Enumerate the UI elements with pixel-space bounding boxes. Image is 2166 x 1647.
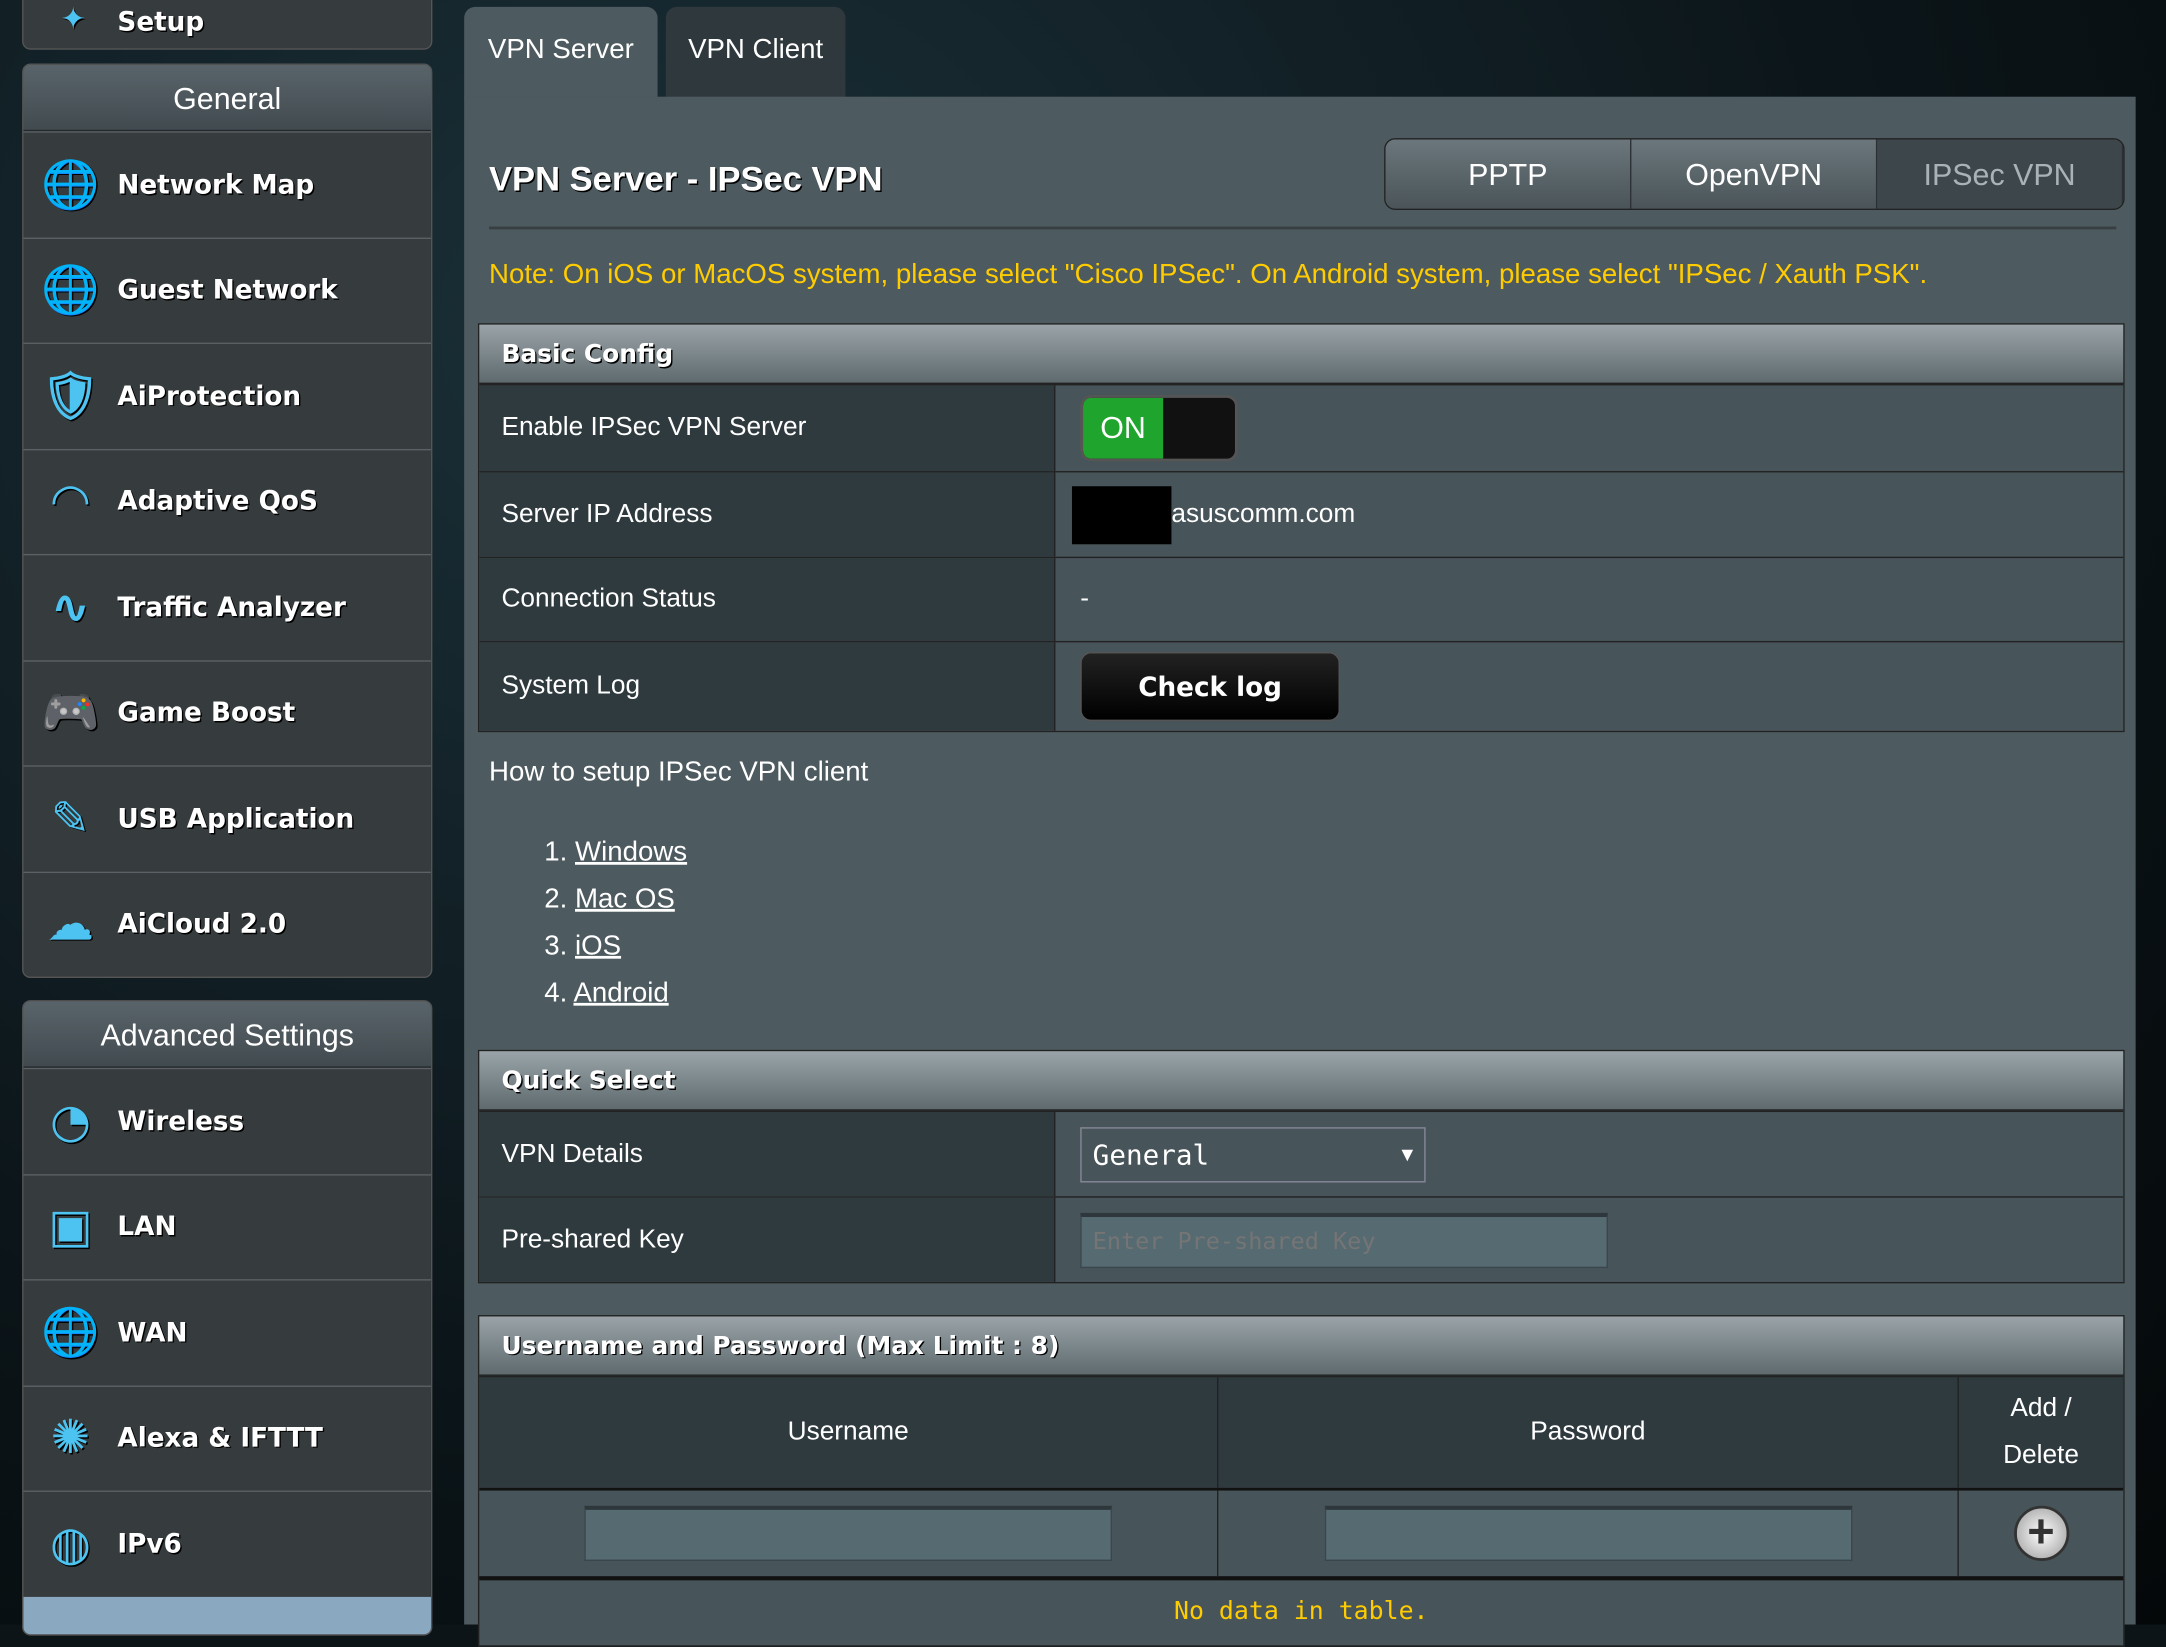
sidebar-item-label: IPv6 (117, 1528, 182, 1560)
setup-label: Setup (117, 6, 205, 38)
sidebar-item-label: Adaptive QoS (117, 486, 318, 517)
add-user-button[interactable]: + (2013, 1505, 2069, 1561)
divider (489, 226, 2117, 230)
globe-icon: 🌐 (41, 1305, 100, 1361)
label: Pre-shared Key (479, 1197, 1056, 1282)
cloud-icon: ☁ (46, 896, 94, 953)
ipv6-icon: ◍ (49, 1516, 91, 1572)
sidebar-item-selected-partial[interactable] (23, 1596, 431, 1635)
chevron-down-icon: ▼ (1401, 1143, 1414, 1166)
label: System Log (479, 642, 1056, 731)
openvpn-button[interactable]: OpenVPN (1631, 139, 1878, 209)
enable-toggle[interactable]: ON (1080, 395, 1238, 462)
sidebar-item-usb-application[interactable]: ✎ USB Application (23, 765, 431, 871)
sidebar-item-label: AiCloud 2.0 (117, 909, 287, 940)
basic-config-section: Basic Config Enable IPSec VPN Server ON … (477, 323, 2125, 733)
redacted-block (1071, 485, 1172, 544)
sidebar-setup[interactable]: ✦ Setup (22, 0, 433, 50)
empty-table-text: No data in table. (479, 1576, 2124, 1626)
sidebar-item-label: Alexa & IFTTT (117, 1423, 323, 1454)
howto-item: 3. iOS (544, 931, 622, 962)
protocol-selector: PPTP OpenVPN IPSec VPN (1384, 138, 2125, 210)
page-title: VPN Server - IPSec VPN (489, 160, 883, 199)
howto-link[interactable]: iOS (575, 931, 621, 961)
users-section: Username and Password (Max Limit : 8) Us… (477, 1315, 2125, 1647)
howto-link[interactable]: Android (573, 978, 668, 1008)
sidebar-item-label: Wireless (117, 1106, 245, 1137)
server-ip-value: asuscomm.com (1171, 499, 1356, 529)
note-text: Note: On iOS or MacOS system, please sel… (489, 259, 1928, 291)
section-header: Basic Config (479, 324, 2124, 385)
section-header: Username and Password (Max Limit : 8) (479, 1316, 2124, 1376)
gamepad-icon: 🎮 (41, 685, 100, 741)
howto-link[interactable]: Windows (575, 837, 687, 867)
col-username: Username (479, 1377, 1219, 1488)
wireless-icon: ◔ (49, 1093, 91, 1149)
globe-pin-icon: 🌐 (41, 157, 100, 213)
password-input[interactable] (1324, 1505, 1852, 1561)
guest-network-icon: 🌐 (41, 262, 100, 319)
general-header: General (23, 64, 431, 132)
main-panel: VPN Server - IPSec VPN PPTP OpenVPN IPSe… (464, 96, 2136, 1647)
quick-select-section: Quick Select VPN Details General ▼ Pre-sh… (477, 1049, 2125, 1284)
shield-lock-icon: 🛡 (40, 368, 101, 424)
sidebar-item-wireless[interactable]: ◔ Wireless (23, 1067, 431, 1174)
howto-item: 4. Android (544, 978, 669, 1009)
sidebar-item-aicloud-2-0[interactable]: ☁ AiCloud 2.0 (23, 870, 431, 977)
sidebar-item-game-boost[interactable]: 🎮 Game Boost (23, 659, 431, 766)
sidebar-item-adaptive-qos[interactable]: ◠ Adaptive QoS (23, 448, 431, 554)
howto-item: 1. Windows (544, 837, 688, 868)
sidebar-item-label: Guest Network (117, 275, 338, 306)
sidebar-item-guest-network[interactable]: 🌐 Guest Network (23, 236, 431, 343)
sidebar-item-lan[interactable]: ▣ LAN (23, 1173, 431, 1279)
usb-icon: ✎ (50, 791, 91, 847)
col-add: Add / (2010, 1393, 2072, 1423)
toggle-state: ON (1083, 397, 1164, 459)
check-log-button[interactable]: Check log (1080, 652, 1340, 722)
sidebar-advanced: Advanced Settings ◔ Wireless ▣ LAN 🌐 WAN ✺ Alex… (22, 1000, 433, 1636)
col-password: Password (1218, 1377, 1959, 1488)
pptp-button[interactable]: PPTP (1385, 139, 1632, 209)
alexa-icon: ✺ (50, 1410, 91, 1467)
sidebar-item-wan[interactable]: 🌐 WAN (23, 1279, 431, 1385)
sidebar-general: General 🌐 Network Map 🌐 Guest Network 🛡 AiPro… (22, 63, 433, 979)
select-value: General (1092, 1137, 1210, 1171)
connection-status-value: - (1080, 584, 1089, 614)
sidebar-item-network-map[interactable]: 🌐 Network Map (23, 131, 431, 237)
psk-input[interactable] (1080, 1212, 1608, 1268)
label: Enable IPSec VPN Server (479, 385, 1056, 472)
sidebar-item-label: Traffic Analyzer (117, 592, 346, 623)
col-delete: Delete (2003, 1440, 2079, 1470)
sidebar-item-label: LAN (117, 1211, 177, 1243)
sidebar-item-label: USB Application (117, 803, 355, 835)
username-input[interactable] (584, 1505, 1113, 1561)
tab-vpn-server[interactable]: VPN Server (464, 6, 658, 99)
lan-icon: ▣ (48, 1199, 93, 1255)
sidebar-item-alexa-ifttt[interactable]: ✺ Alexa & IFTTT (23, 1384, 431, 1491)
advanced-header: Advanced Settings (23, 1001, 431, 1068)
sidebar-item-label: Game Boost (117, 697, 296, 729)
section-header: Quick Select (479, 1051, 2124, 1111)
sidebar-item-aiprotection[interactable]: 🛡 AiProtection (23, 342, 431, 449)
label: Server IP Address (479, 472, 1056, 557)
howto-list: 1. Windows 2. Mac OS 3. iOS 4. Android (544, 829, 687, 1017)
traffic-wave-icon: ∿ (50, 579, 91, 636)
vpn-details-select[interactable]: General ▼ (1080, 1126, 1426, 1182)
label: Connection Status (479, 558, 1056, 641)
howto-item: 2. Mac OS (544, 884, 675, 915)
ipsec-button[interactable]: IPSec VPN (1877, 139, 2124, 209)
sidebar-item-label: Network Map (117, 169, 315, 200)
tab-vpn-client[interactable]: VPN Client (665, 6, 846, 99)
sidebar-item-ipv6[interactable]: ◍ IPv6 (23, 1490, 431, 1597)
sidebar-item-traffic-analyzer[interactable]: ∿ Traffic Analyzer (23, 553, 431, 660)
sidebar-item-label: WAN (117, 1317, 188, 1348)
sidebar-item-label: AiProtection (117, 380, 302, 412)
label: VPN Details (479, 1112, 1056, 1197)
speedometer-icon: ◠ (52, 474, 89, 530)
setup-wand-icon: ✦ (60, 2, 86, 38)
howto-link[interactable]: Mac OS (575, 884, 675, 914)
howto-title: How to setup IPSec VPN client (489, 757, 869, 788)
